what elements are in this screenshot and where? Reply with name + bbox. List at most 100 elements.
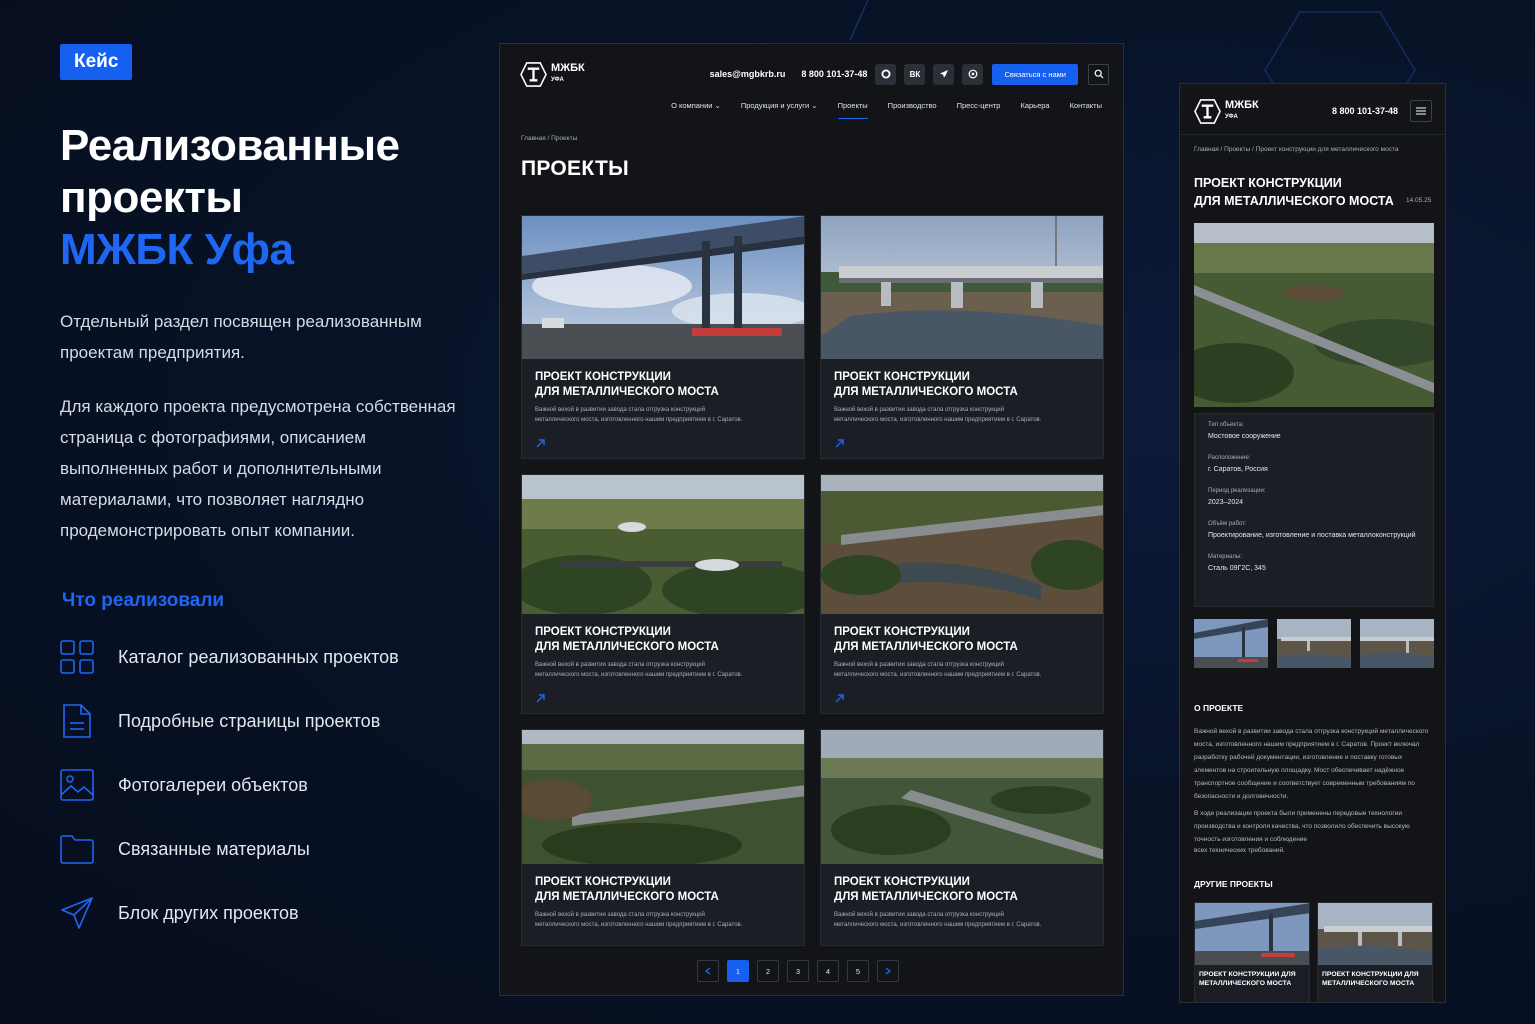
project-card-title: Проект конструкции для металлического мос… (834, 626, 1018, 653)
project-card[interactable]: Проект конструкции для металлического мос… (521, 729, 805, 946)
logo-hexagon-icon (1194, 98, 1221, 124)
project-card-title: Проект конструкции для металлического мос… (834, 876, 1018, 903)
nav-production[interactable]: Производство (888, 101, 937, 119)
gallery-thumbnail[interactable] (1360, 619, 1434, 668)
folder-icon (60, 831, 94, 867)
search-icon (1094, 69, 1103, 79)
chevron-left-icon (705, 967, 711, 975)
case-description-panel: Кейс Реализованные проекты МЖБК Уфа Отде… (60, 44, 460, 932)
features-heading: Что реализовали (62, 590, 225, 611)
hero-title-line2: проекты (60, 173, 243, 222)
project-card-title: Проект конструкции для металлического мос… (834, 371, 1018, 398)
other-projects-heading: Другие проекты (1194, 879, 1273, 889)
chevron-right-icon (885, 967, 891, 975)
spec-value: Мостовое сооружение (1208, 433, 1281, 440)
pagination: 1 2 3 4 5 (697, 960, 899, 982)
project-date: 14.05.25 (1406, 197, 1432, 204)
header-divider (1180, 134, 1445, 135)
send-icon (60, 895, 94, 931)
search-button[interactable] (1088, 63, 1109, 85)
other-project-card[interactable]: Проект конструкции для металлического мо… (1194, 902, 1310, 1002)
photo-gallery (1194, 619, 1434, 668)
pagination-next-button[interactable] (877, 960, 899, 982)
feature-item: Фотогалереи объектов (60, 766, 460, 804)
project-card[interactable]: Проект конструкции для металлического мос… (521, 215, 805, 459)
gallery-thumbnail[interactable] (1194, 619, 1268, 668)
contact-us-button[interactable]: Связаться с нами (992, 63, 1078, 85)
header-phone[interactable]: 8 800 101-37-48 (1332, 106, 1398, 116)
project-main-photo[interactable] (1194, 223, 1434, 407)
main-nav: О компании ⌄ Продукция и услуги ⌄ Проект… (671, 101, 1102, 119)
case-tag: Кейс (60, 44, 133, 80)
project-photo (522, 216, 804, 359)
header-email[interactable]: sales@mgbkrb.ru (710, 69, 786, 79)
page-button[interactable]: 5 (847, 960, 869, 982)
project-card[interactable]: Проект конструкции для металлического мос… (820, 474, 1104, 714)
project-card-title: Проект конструкции для металлического мос… (535, 371, 719, 398)
max-icon[interactable] (875, 63, 897, 85)
intro-paragraph: Отдельный раздел посвящен реализованным … (60, 312, 422, 362)
project-card-description: Важной вехой в развитии завода стала отг… (834, 912, 1042, 928)
nav-contacts[interactable]: Контакты (1070, 101, 1102, 119)
project-card-description: Важной вехой в развитии завода стала отг… (834, 662, 1042, 678)
hero-title: Реализованные проекты МЖБК Уфа (60, 120, 460, 276)
page-button[interactable]: 3 (787, 960, 809, 982)
other-project-title: Проект конструкции для металлического мо… (1199, 971, 1296, 987)
breadcrumb[interactable]: Главная / Проекты (521, 135, 577, 142)
project-card[interactable]: Проект конструкции для металлического мос… (820, 729, 1104, 946)
feature-label: Каталог реализованных проектов (118, 646, 399, 667)
project-card[interactable]: Проект конструкции для металлического мос… (820, 215, 1104, 459)
logo[interactable]: МЖБК УФА (1194, 98, 1259, 125)
project-card-description: Важной вехой в развитии завода стала отг… (834, 407, 1042, 423)
spec-value: 2023–2024 (1208, 499, 1244, 506)
other-project-card[interactable]: Проект конструкции для металлического мо… (1317, 902, 1433, 1002)
image-icon (60, 767, 94, 803)
menu-button[interactable] (1410, 100, 1432, 122)
project-card[interactable]: Проект конструкции для металлического мос… (521, 474, 805, 714)
hero-title-accent: МЖБК Уфа (60, 225, 294, 274)
details-paragraph: Для каждого проекта предусмотрена собств… (60, 397, 456, 540)
spec-label: Расположение: (1208, 455, 1251, 461)
telegram-icon[interactable] (933, 63, 955, 85)
nav-projects[interactable]: Проекты (837, 101, 868, 119)
about-paragraph: В ходе реализации проекта были применены… (1194, 810, 1410, 843)
feature-label: Подробные страницы проектов (118, 710, 381, 731)
page-button[interactable]: 1 (727, 960, 749, 982)
page-button[interactable]: 2 (757, 960, 779, 982)
spec-label: Объём работ: (1208, 521, 1247, 527)
mobile-header: МЖБК УФА 8 800 101-37-48 (1194, 98, 1432, 124)
feature-item: Каталог реализованных проектов (60, 638, 460, 676)
whatsapp-icon[interactable] (962, 63, 984, 85)
breadcrumb[interactable]: Главная / Проекты / Проект конструкции д… (1194, 146, 1398, 153)
vk-icon[interactable]: ВК (904, 63, 926, 85)
logo-sub: УФА (1225, 114, 1238, 120)
pagination-prev-button[interactable] (697, 960, 719, 982)
project-card-description: Важной вехой в развитии завода стала отг… (535, 912, 743, 928)
hamburger-icon (1416, 107, 1426, 115)
project-specs: Тип объекта: Мостовое сооружение Располо… (1194, 413, 1434, 607)
about-paragraph: Важной вехой в развитии завода стала отг… (1194, 728, 1429, 800)
logo-hexagon-icon (520, 61, 547, 87)
project-card-description: Важной вехой в развитии завода стала отг… (535, 407, 743, 423)
logo-name: МЖБК (551, 62, 585, 74)
feature-item: Связанные материалы (60, 830, 460, 868)
spec-label: Период реализации: (1208, 488, 1266, 494)
gallery-thumbnail[interactable] (1277, 619, 1351, 668)
desktop-mockup: МЖБК УФА sales@mgbkrb.ru 8 800 101-37-48 … (499, 43, 1124, 996)
nav-press[interactable]: Пресс-центр (957, 101, 1001, 119)
page-button[interactable]: 4 (817, 960, 839, 982)
nav-career[interactable]: Карьера (1020, 101, 1049, 119)
header-phone[interactable]: 8 800 101-37-48 (801, 69, 867, 79)
project-card-title: Проект конструкции для металлического мос… (535, 876, 719, 903)
project-card-title: Проект конструкции для металлического мос… (535, 626, 719, 653)
project-card-description: Важной вехой в развитии завода стала отг… (535, 662, 743, 678)
mobile-mockup: МЖБК УФА 8 800 101-37-48 Главная / Проект… (1179, 83, 1446, 1003)
logo[interactable]: МЖБК УФА (520, 61, 585, 88)
project-photo (821, 730, 1103, 864)
nav-products[interactable]: Продукция и услуги ⌄ (741, 101, 818, 119)
nav-about[interactable]: О компании ⌄ (671, 101, 721, 119)
arrow-up-right-icon (536, 439, 545, 448)
project-photo (1318, 903, 1432, 965)
project-title: Проект конструкции для металлического мос… (1194, 176, 1394, 208)
page-title: ПРОЕКТЫ (521, 157, 629, 180)
